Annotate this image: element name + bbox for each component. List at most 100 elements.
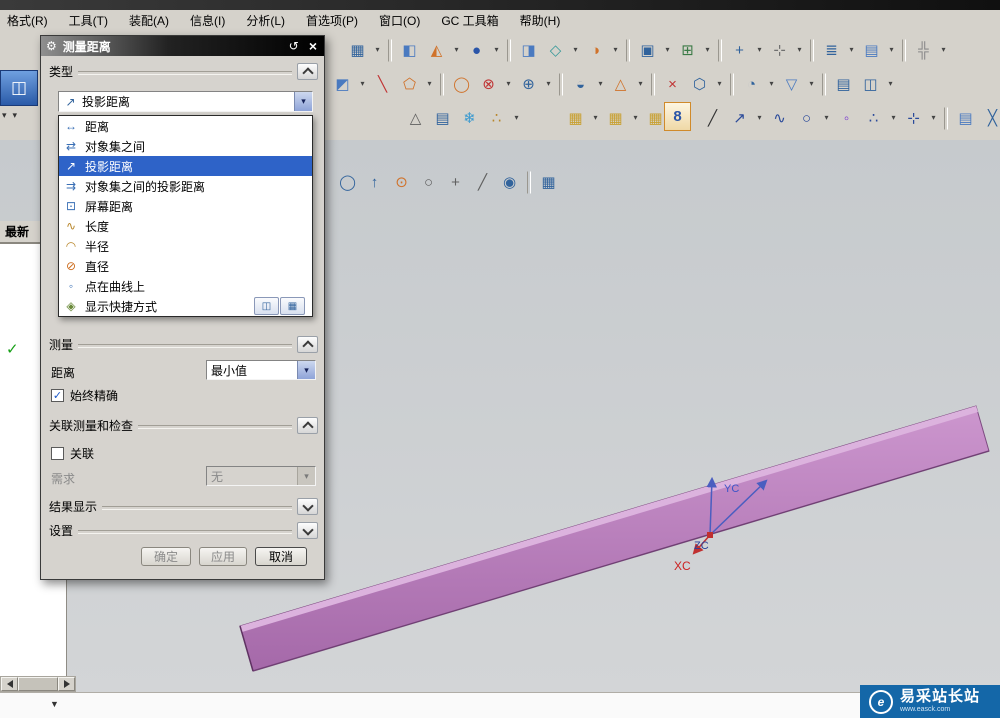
circle-snap-icon[interactable]: ○ [416,170,441,195]
hole-icon[interactable]: ⊗ [476,72,501,97]
point-set-icon[interactable]: ∴ [861,106,886,131]
dropdown-arrow[interactable]: ▾ [503,73,514,96]
latest-panel-tab[interactable]: 最新 [0,221,44,244]
dropdown-arrow[interactable]: ▾ [766,73,777,96]
menu-item[interactable]: 信息(I) [188,11,227,30]
results-expand-button[interactable] [297,498,318,515]
snap-point-icon[interactable]: ⊙ [389,170,414,195]
dropdown-arrow[interactable]: ▾ [630,107,641,130]
menu-item[interactable]: 装配(A) [127,11,171,30]
expand-caret-icon[interactable]: ▼ [50,699,59,709]
draft-icon[interactable]: △ [608,72,633,97]
tolerance-icon[interactable]: △ [403,106,428,131]
dropdown-arrow[interactable]: ▾ [511,107,522,130]
option-diameter[interactable]: ⊘ 直径 [59,256,312,276]
menu-item[interactable]: 窗口(O) [377,11,422,30]
distance-mode-combo[interactable]: 最小值 ▾ [206,360,316,380]
spline-icon[interactable]: ∿ [767,106,792,131]
option-projected-between-sets[interactable]: ⇉ 对象集之间的投影距离 [59,176,312,196]
point2-icon[interactable]: ◦ [834,106,859,131]
dropdown-arrow[interactable]: ▾ [714,73,725,96]
grid-icon[interactable]: ╬ [911,38,936,63]
layer-icon[interactable]: ⊞ [675,38,700,63]
circle-icon[interactable]: ◯ [449,72,474,97]
blend-icon[interactable]: ◔ [739,72,764,97]
chamfer-icon[interactable]: ▽ [779,72,804,97]
measure-collapse-button[interactable] [297,336,318,353]
dialog-reset-button[interactable]: ↺ [287,39,301,53]
option-between-object-sets[interactable]: ⇄ 对象集之间 [59,136,312,156]
datum-icon[interactable]: + [727,38,752,63]
shortcut-mode-button-1[interactable]: ◫ [254,297,279,315]
spreadsheet-icon[interactable]: ▤ [430,106,455,131]
dropdown-arrow[interactable]: ▾ [806,73,817,96]
shell-icon[interactable]: ◫ [858,72,883,97]
plus-snap-icon[interactable]: + [443,170,468,195]
dropdown-arrow[interactable]: ▾ [662,39,673,62]
dropdown-arrow[interactable]: ▾ [702,39,713,62]
dialog-close-button[interactable]: × [307,38,319,54]
dropdown-arrow[interactable]: ▾ [424,73,435,96]
type-combo-dropdown-button[interactable]: ▾ [294,92,312,111]
dropdown-arrow[interactable]: ▾ [754,107,765,130]
ball-snap-icon[interactable]: ◉ [497,170,522,195]
dropdown-arrow[interactable]: ▾ [821,107,832,130]
menu-item[interactable]: GC 工具箱 [439,11,500,30]
dropdown-arrow[interactable]: ▾ [590,107,601,130]
orient-view-icon[interactable]: ◭ [424,38,449,63]
shortcut-mode-button-2[interactable]: ▦ [280,297,305,315]
wcs-origin[interactable] [707,532,713,538]
dropdown-arrow[interactable]: ▾ [570,39,581,62]
delete-icon[interactable]: × [660,72,685,97]
dropdown-arrow[interactable]: ▾ [886,39,897,62]
shadow-icon[interactable]: ◑ [583,38,608,63]
menu-item[interactable]: 格式(R) [5,11,50,30]
grid-snap-icon[interactable]: ▦ [536,170,561,195]
top-selection-icon[interactable]: ↑ [362,170,387,195]
boolean-unite-icon[interactable]: ⊕ [516,72,541,97]
apply-button[interactable]: 应用 [199,547,247,566]
line-icon[interactable]: ╲ [370,72,395,97]
distance-combo-dropdown-button[interactable]: ▾ [297,361,315,379]
dialog-titlebar[interactable]: ⚙ 测量距离 ↺ × [41,36,324,56]
always-exact-checkbox[interactable]: ✓ [51,389,64,402]
option-screen-distance[interactable]: ⊡ 屏幕距离 [59,196,312,216]
point-icon[interactable]: ⊹ [767,38,792,63]
line-snap-icon[interactable]: ╱ [470,170,495,195]
pattern2-icon[interactable]: ▤ [953,106,978,131]
dropdown-arrow[interactable]: ▾ [635,73,646,96]
shaded-view-icon[interactable]: ◧ [397,38,422,63]
snap-icon[interactable]: ⊹ [901,106,926,131]
dropdown-arrow[interactable]: ▾ [928,107,939,130]
pattern-icon[interactable]: ⬡ [687,72,712,97]
dropdown-arrow[interactable]: ▾ [846,39,857,62]
sheet-icon[interactable]: ▤ [831,72,856,97]
type-combo[interactable]: ↗ 投影距离 ▾ [58,91,313,112]
dropdown-arrow[interactable]: ▾ [938,39,949,62]
arc-icon[interactable]: ↗ [727,106,752,131]
partial-dropdown-arrows[interactable]: ▾ ▾ [2,110,17,121]
dropdown-arrow[interactable]: ▾ [491,39,502,62]
wireframe-icon[interactable]: ◇ [543,38,568,63]
option-length[interactable]: ∿ 长度 [59,216,312,236]
extrude-icon[interactable]: ◩ [330,72,355,97]
half-section-icon[interactable]: ◨ [516,38,541,63]
dropdown-arrow[interactable]: ▾ [610,39,621,62]
menu-item[interactable]: 帮助(H) [518,11,563,30]
dropdown-arrow[interactable]: ▾ [372,39,383,62]
assoc-checkbox[interactable] [51,447,64,460]
menu-item[interactable]: 工具(T) [67,11,110,30]
dropdown-arrow[interactable]: ▾ [451,39,462,62]
dropdown-arrow[interactable]: ▾ [357,73,368,96]
ok-button[interactable]: 确定 [141,547,191,566]
option-projected-distance[interactable]: ↗ 投影距离 [59,156,312,176]
table-icon[interactable]: ▤ [859,38,884,63]
scroll-right-button[interactable] [58,677,75,691]
solid-body-beam[interactable] [239,405,990,672]
profile-line-icon[interactable]: ╱ [700,106,725,131]
cancel-button[interactable]: 取消 [255,547,307,566]
window-icon[interactable]: ▣ [635,38,660,63]
dropdown-arrow[interactable]: ▾ [595,73,606,96]
cross-icon[interactable]: ╳ [980,106,1000,131]
circle2-icon[interactable]: ○ [794,106,819,131]
